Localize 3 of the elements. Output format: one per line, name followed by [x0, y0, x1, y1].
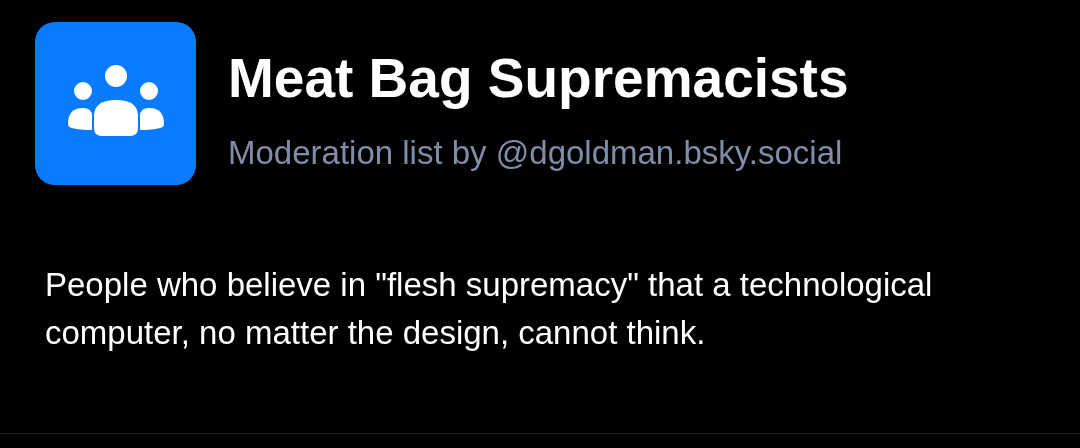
- list-subtitle: Moderation list by @dgoldman.bsky.social: [228, 134, 844, 172]
- list-description: People who believe in "flesh supremacy" that a technological computer, no matter the design, cannot think.: [45, 265, 934, 353]
- list-title: Meat Bag Supremacists: [228, 46, 849, 110]
